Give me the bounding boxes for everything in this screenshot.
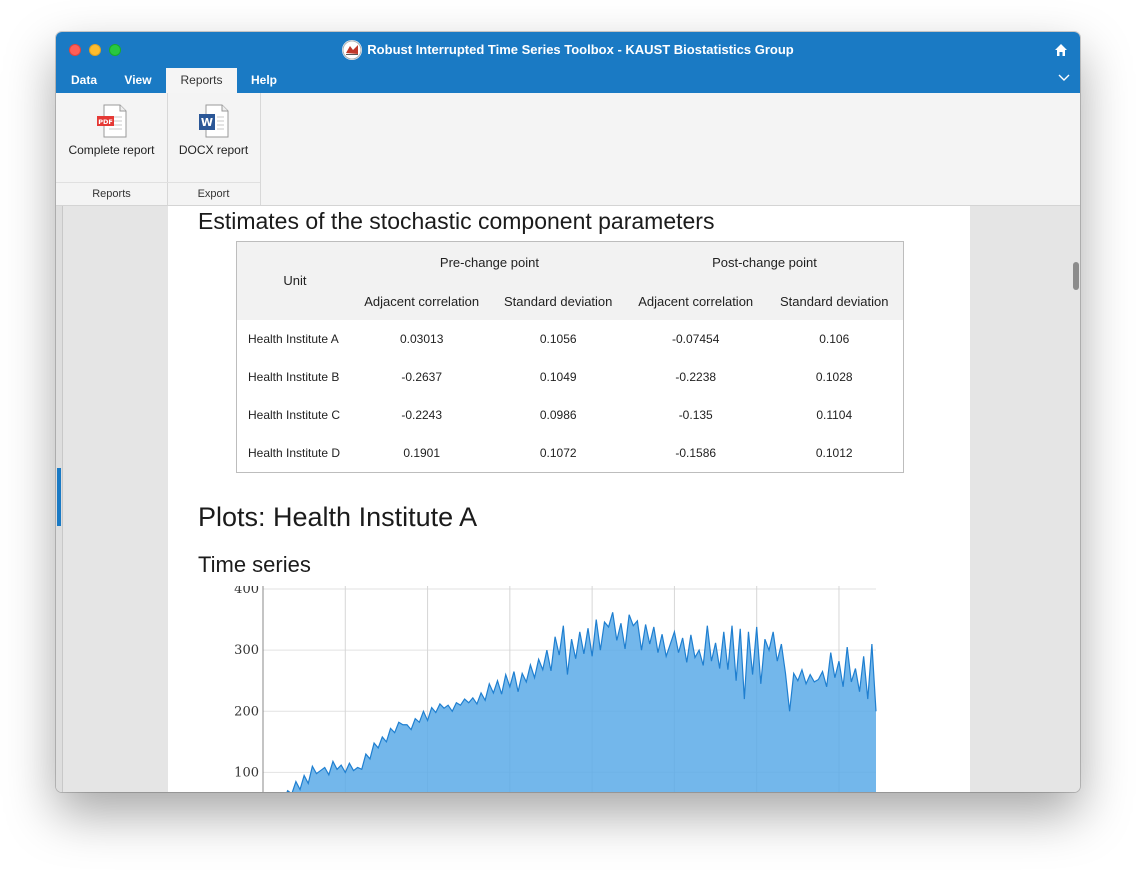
y-tick-label: 400: [234, 586, 259, 597]
table-cell: 0.0986: [539, 407, 577, 422]
complete-report-label: Complete report: [68, 143, 155, 157]
app-window: Robust Interrupted Time Series Toolbox -…: [56, 32, 1080, 792]
y-tick-label: 300: [234, 643, 259, 658]
table-header-post-change: Post-change point: [712, 255, 817, 271]
docx-report-label: DOCX report: [178, 143, 249, 157]
table-subheader: Adjacent correlation: [364, 294, 480, 309]
table-cell: -0.2238: [675, 369, 717, 384]
table-cell: 0.1049: [539, 369, 577, 384]
svg-text:PDF: PDF: [98, 118, 113, 126]
y-tick-label: 100: [234, 765, 259, 780]
table-row: Health Institute D 0.1901 0.1072 -0.1586…: [237, 434, 904, 473]
menu-reports[interactable]: Reports: [166, 68, 237, 93]
menu-help[interactable]: Help: [242, 68, 286, 93]
series-area: [287, 612, 876, 792]
table-row: Health Institute C -0.2243 0.0986 -0.135…: [237, 396, 904, 434]
table-header-pre-change: Pre-change point: [439, 255, 539, 271]
table-row: Health Institute A 0.03013 0.1056 -0.074…: [237, 320, 904, 358]
title-bar: Robust Interrupted Time Series Toolbox -…: [56, 32, 1080, 68]
table-cell: -0.2637: [401, 369, 443, 384]
time-series-chart: 100 200 300 400: [234, 586, 877, 792]
ribbon-group-label-export: Export: [167, 182, 260, 205]
table-cell: 0.1072: [539, 445, 577, 460]
chevron-down-icon[interactable]: [1058, 74, 1070, 82]
table-cell: -0.135: [678, 407, 713, 422]
table-cell-unit: Health Institute C: [248, 407, 341, 422]
side-panel-marker: [57, 468, 61, 526]
app-logo-icon: [342, 39, 363, 60]
time-series-subtitle: Time series: [198, 552, 311, 577]
pdf-file-icon: PDF: [96, 104, 126, 138]
ribbon-group-export: W DOCX report Export: [167, 93, 261, 205]
table-cell: 0.03013: [399, 331, 444, 346]
table-cell: 0.1104: [816, 407, 853, 422]
table-cell-unit: Health Institute A: [248, 331, 339, 346]
table-cell-unit: Health Institute B: [248, 369, 340, 384]
table-header-unit: Unit: [283, 273, 307, 289]
table-cell: -0.1586: [675, 445, 717, 460]
docx-report-button[interactable]: W DOCX report: [167, 103, 260, 157]
table-subheader: Adjacent correlation: [638, 294, 754, 309]
section-title: Estimates of the stochastic component pa…: [198, 208, 715, 234]
table-cell: 0.106: [819, 331, 850, 346]
plots-title: Plots: Health Institute A: [198, 502, 478, 532]
menu-view[interactable]: View: [114, 68, 162, 93]
table-cell-unit: Health Institute D: [248, 445, 341, 460]
table-subheader: Standard deviation: [503, 294, 613, 309]
word-file-icon: W: [198, 104, 228, 138]
table-subheader: Standard deviation: [780, 294, 889, 309]
window-title: Robust Interrupted Time Series Toolbox -…: [367, 42, 794, 57]
report-page: Estimates of the stochastic component pa…: [168, 206, 970, 792]
estimates-table: Unit Pre-change point Post-change point …: [236, 241, 904, 473]
table-cell: 0.1901: [403, 445, 441, 460]
y-tick-label: 200: [234, 704, 259, 719]
table-cell: -0.2243: [401, 407, 443, 422]
ribbon: PDF Complete report Reports W DOCX repor…: [56, 93, 1080, 206]
menu-data[interactable]: Data: [61, 68, 107, 93]
table-row: Health Institute B -0.2637 0.1049 -0.223…: [237, 358, 904, 396]
svg-text:W: W: [200, 116, 212, 129]
ribbon-group-label-reports: Reports: [56, 182, 167, 205]
table-cell: -0.07454: [672, 331, 720, 346]
menu-bar: Data View Reports Help: [56, 68, 1080, 93]
table-cell: 0.1056: [539, 331, 577, 346]
ribbon-group-reports: PDF Complete report Reports: [56, 93, 168, 205]
table-cell: 0.1028: [815, 369, 853, 384]
report-viewer[interactable]: Estimates of the stochastic component pa…: [56, 206, 1080, 792]
home-icon[interactable]: [1054, 43, 1068, 57]
side-panel-edge: [56, 206, 63, 792]
window-title-group: Robust Interrupted Time Series Toolbox -…: [56, 39, 1080, 61]
vertical-scrollbar-thumb[interactable]: [1073, 262, 1079, 290]
complete-report-button[interactable]: PDF Complete report: [56, 103, 167, 157]
table-cell: 0.1012: [815, 445, 853, 460]
